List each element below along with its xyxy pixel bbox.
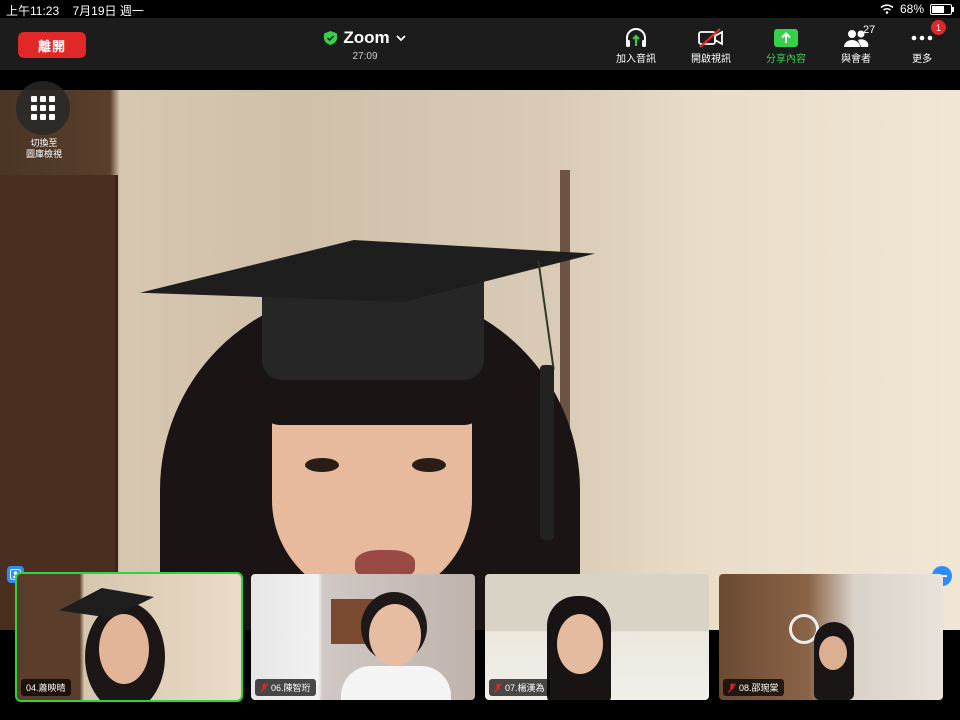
more-button[interactable]: 1 更多 [887,20,957,65]
share-content-button[interactable]: 分享內容 [751,26,821,65]
start-video-label: 開啟視訊 [691,54,731,65]
graduation-cap-board [140,240,595,302]
more-label: 更多 [912,54,932,65]
status-date: 7月19日 週一 [72,4,144,18]
video-thumbnail-strip: 04.蕭映晴 06.陳智珩 07.楊漢為 08.邵琬棠 [0,566,960,704]
status-time: 上午11:23 [6,4,60,18]
participant-name: 08.邵琬棠 [739,683,779,693]
meeting-title: Zoom [343,28,390,47]
speaker-eye-right [412,458,446,472]
participant-face [99,614,149,684]
gallery-label-line1: 切換至 [30,138,58,148]
battery-percent: 68% [899,2,924,16]
meeting-toolbar: 離開 Zoom 27:09 加入音訊 開啟視訊 分享內容 27 與會者 1 更多 [0,18,960,70]
battery-icon [930,3,954,15]
participant-face [819,636,847,670]
background-door [0,175,118,630]
participant-tile[interactable]: 06.陳智珩 [251,574,475,700]
participant-tile[interactable]: 07.楊漢為 [485,574,709,700]
leave-button[interactable]: 離開 [18,32,86,58]
video-off-icon [698,28,723,48]
status-bar: 上午11:23 7月19日 週一 68% [0,0,960,18]
graduation-tassel [540,365,554,540]
participant-shirt [341,666,451,700]
wifi-icon [880,4,894,14]
share-screen-icon [774,29,798,47]
participant-name-tag: 07.楊漢為 [489,679,550,696]
mic-muted-icon [494,682,502,693]
participant-tile[interactable]: 08.邵琬棠 [719,574,943,700]
share-content-label: 分享內容 [766,54,806,65]
participant-name-tag: 06.陳智珩 [255,679,316,696]
participant-tile[interactable]: 04.蕭映晴 [15,572,243,702]
shield-icon [324,31,338,45]
meeting-timer: 27:09 [352,51,378,62]
gallery-label-line2: 圖庫檢視 [25,149,62,159]
more-icon [911,35,933,41]
join-audio-button[interactable]: 加入音訊 [601,26,671,65]
participant-name: 04.蕭映晴 [26,683,66,693]
speaker-eye-left [305,458,339,472]
participants-label: 與會者 [841,54,871,65]
meeting-title-area[interactable]: Zoom 27:09 [310,28,420,62]
mic-muted-icon [728,682,736,693]
participant-face [557,614,603,674]
headphones-icon [626,28,646,47]
participant-name: 06.陳智珩 [271,683,311,693]
participant-name: 07.楊漢為 [505,683,545,693]
participants-count: 27 [863,24,876,36]
participants-button[interactable]: 27 與會者 [821,24,891,65]
tassel-cord [537,260,555,370]
active-speaker-video[interactable] [0,90,960,630]
notification-badge: 1 [931,20,946,35]
battery-fill [932,5,945,13]
participant-name-tag: 08.邵琬棠 [723,679,784,696]
switch-gallery-view-label: 切換至 圖庫檢視 [14,138,74,160]
join-audio-label: 加入音訊 [616,54,656,65]
mic-muted-icon [260,682,268,693]
start-video-button[interactable]: 開啟視訊 [676,26,746,65]
switch-gallery-view-button[interactable] [16,81,70,135]
participant-name-tag: 04.蕭映晴 [21,679,71,696]
chevron-down-icon [396,34,406,41]
grid-icon [31,96,55,120]
participant-face [369,604,421,666]
